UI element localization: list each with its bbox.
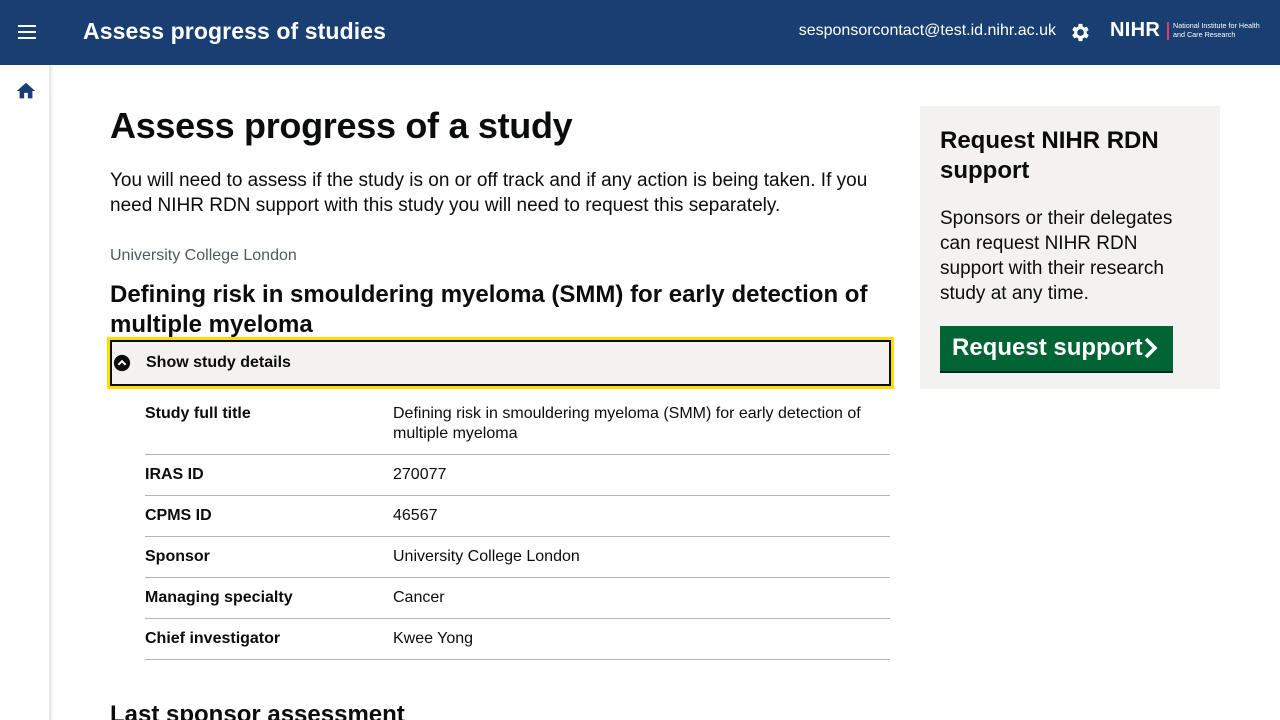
summary-value: 270077 [393,466,447,483]
main-content: Assess progress of a study You will need… [110,106,890,340]
toggle-label: Show study details [146,354,291,371]
menu-icon[interactable] [14,20,40,46]
summary-row: Managing specialty Cancer [145,578,890,619]
lead-paragraph: You will need to assess if the study is … [110,170,868,216]
request-support-button[interactable]: Request support [940,326,1173,371]
show-study-details-toggle[interactable]: Show study details [107,337,894,389]
top-header: Assess progress of studies sesponsorcont… [0,0,1280,65]
summary-key: Sponsor [145,548,210,565]
summary-key: Study full title [145,405,251,422]
summary-value: Kwee Yong [393,630,474,647]
study-title: Defining risk in smouldering myeloma (SM… [110,281,868,338]
app-title: Assess progress of studies [83,18,386,44]
side-navigation [0,65,51,720]
summary-value: University College London [393,548,580,565]
organisation-caption: University College London [110,247,297,264]
logo-text: NIHR [1110,19,1161,41]
page-title: Assess progress of a study [110,105,573,146]
support-panel: Request NIHR RDN support Sponsors or the… [920,106,1220,389]
last-assessment-heading: Last sponsor assessment [110,701,405,720]
summary-key: CPMS ID [145,507,212,524]
summary-row: CPMS ID 46567 [145,496,890,537]
support-panel-title: Request NIHR RDN support [940,127,1159,184]
summary-key: IRAS ID [145,466,204,483]
nihr-logo[interactable]: NIHR National Institute for Health and C… [1110,19,1270,47]
summary-row: Study full title Defining risk in smould… [145,404,890,455]
logo-subtext: National Institute for Health and Care R… [1173,21,1260,39]
home-icon[interactable] [15,80,37,102]
chevron-up-circle-icon [113,354,131,372]
summary-key: Chief investigator [145,630,281,647]
summary-row: IRAS ID 270077 [145,455,890,496]
summary-value: Defining risk in smouldering myeloma (SM… [393,405,861,442]
study-details-list: Study full title Defining risk in smould… [145,404,890,660]
summary-key: Managing specialty [145,589,293,606]
gear-icon[interactable] [1069,21,1092,44]
summary-row: Chief investigator Kwee Yong [145,619,890,660]
chevron-right-icon [1144,337,1158,359]
support-panel-body: Sponsors or their delegates can request … [940,208,1173,304]
summary-value: Cancer [393,589,445,606]
summary-value: 46567 [393,507,438,524]
request-support-label: Request support [952,334,1143,361]
user-email: sesponsorcontact@test.id.nihr.ac.uk [798,22,1056,39]
logo-divider [1167,22,1169,40]
summary-row: Sponsor University College London [145,537,890,578]
